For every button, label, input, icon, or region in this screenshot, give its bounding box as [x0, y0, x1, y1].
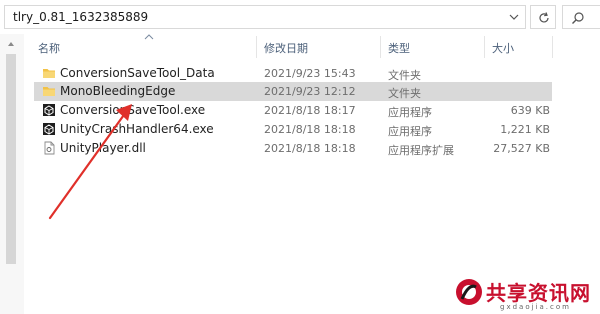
- watermark-logo: 共享资讯网 gxdaojia.com: [452, 275, 600, 314]
- watermark-title: 共享资讯网: [486, 281, 591, 305]
- watermark-emblem-icon: [456, 279, 482, 305]
- watermark-subtitle: gxdaojia.com: [500, 303, 571, 311]
- annotation-arrow: [48, 104, 132, 220]
